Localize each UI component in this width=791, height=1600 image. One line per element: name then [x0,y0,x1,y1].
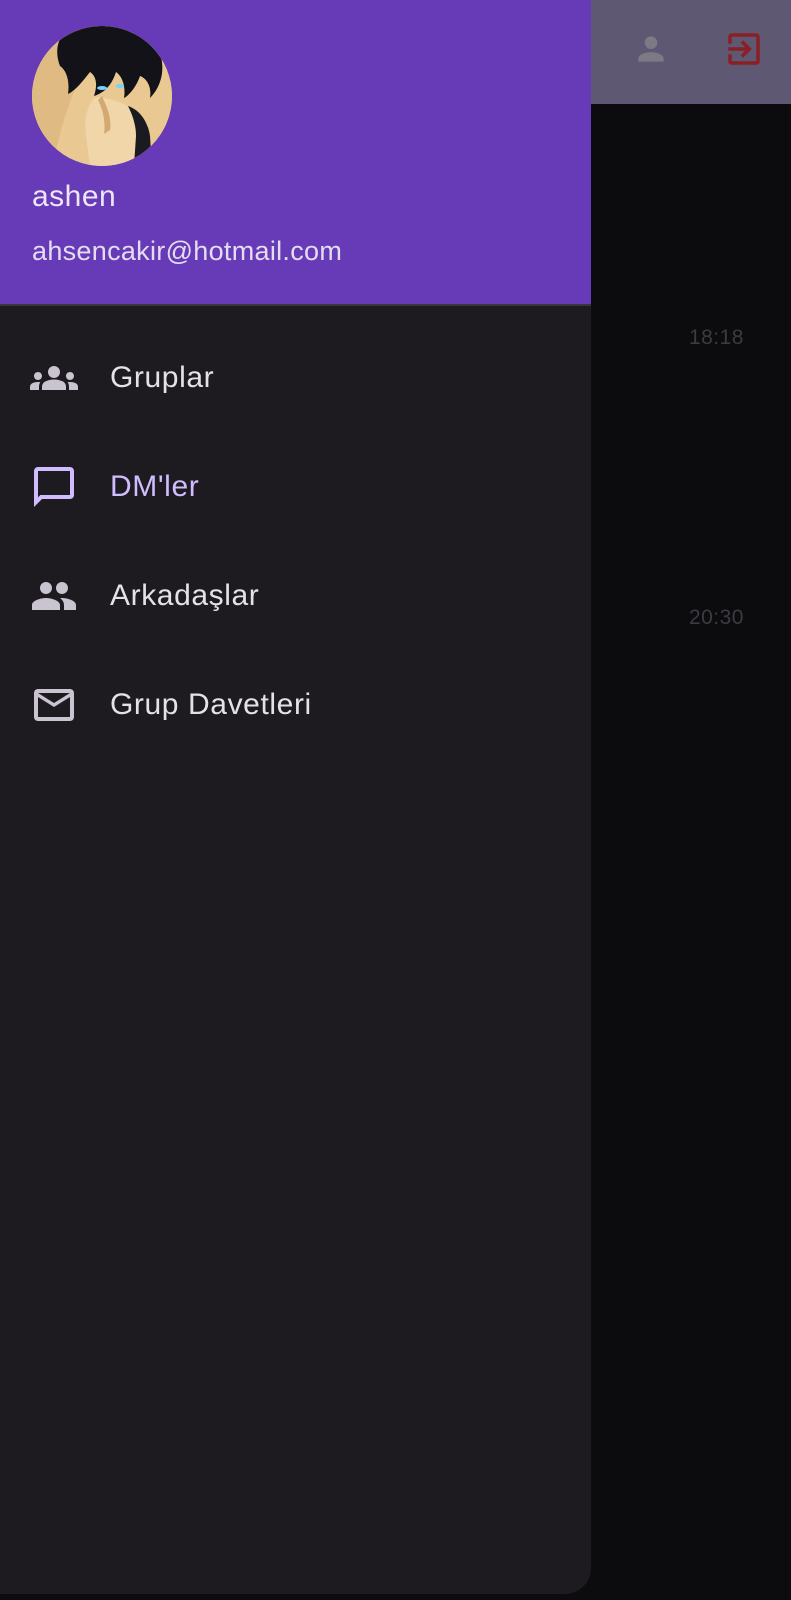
logout-button[interactable] [720,25,768,73]
drawer-item-label: Gruplar [110,360,215,394]
drawer-nav-list: Gruplar DM'ler Arkadaşlar Grup Davetleri [0,323,591,759]
drawer-item-grup-davetleri[interactable]: Grup Davetleri [0,650,591,759]
avatar-image [32,26,172,166]
drawer-item-label: DM'ler [110,469,200,503]
exit-icon [728,33,760,65]
drawer-item-label: Grup Davetleri [110,687,312,721]
drawer-item-label: Arkadaşlar [110,578,260,612]
chat-timestamp: 20:30 [688,606,744,629]
mail-icon [30,681,78,729]
drawer-header: ashen ahsencakir@hotmail.com [0,0,591,306]
chat-timestamp: 18:18 [688,326,744,349]
groups-icon [30,354,78,402]
person-icon [638,36,664,62]
profile-button[interactable] [627,25,675,73]
drawer-item-gruplar[interactable]: Gruplar [0,323,591,432]
user-name: ashen [32,180,117,213]
navigation-drawer: ashen ahsencakir@hotmail.com Gruplar DM'… [0,0,591,1594]
drawer-item-dmler[interactable]: DM'ler [0,432,591,541]
people-icon [30,572,78,620]
drawer-item-arkadaslar[interactable]: Arkadaşlar [0,541,591,650]
user-email: ahsencakir@hotmail.com [32,236,343,266]
avatar[interactable] [32,26,172,166]
chat-bubble-icon [30,463,78,511]
